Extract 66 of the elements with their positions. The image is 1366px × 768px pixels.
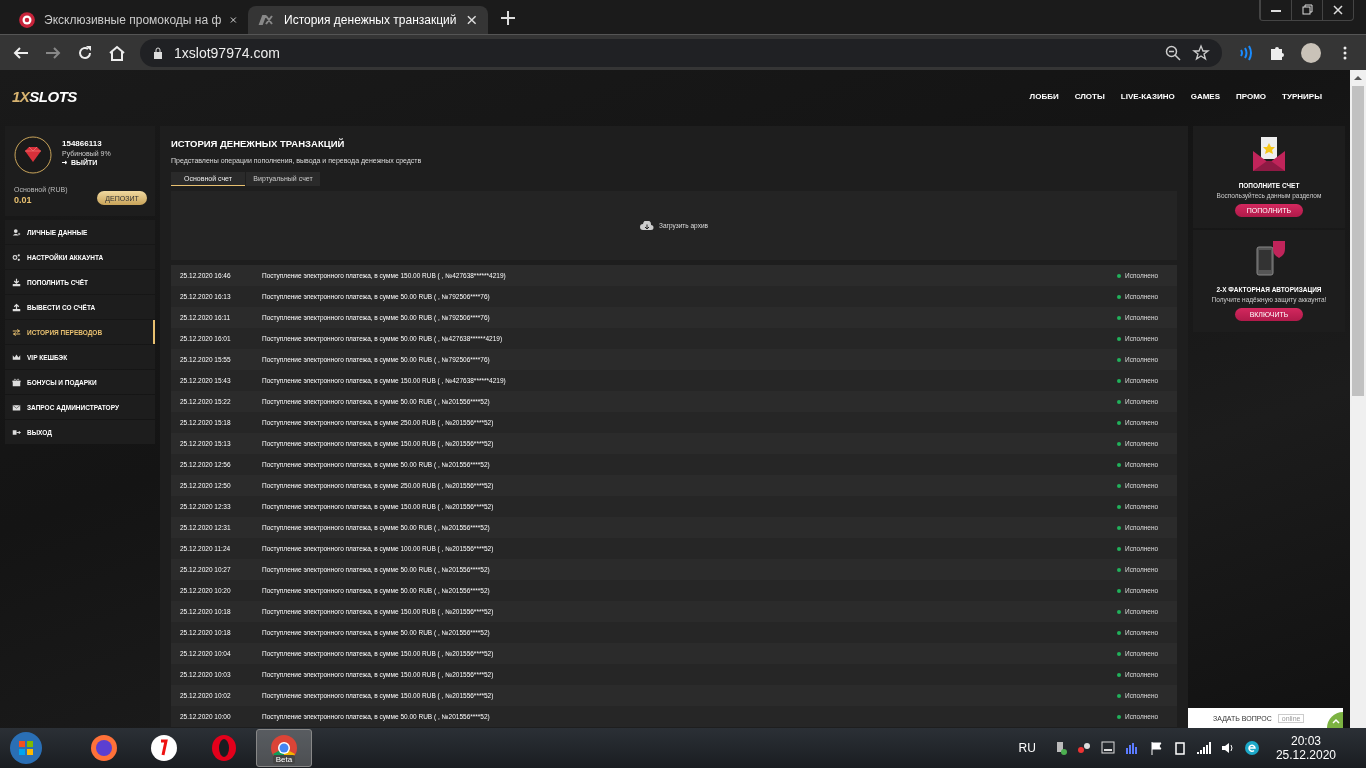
menu-item-icon	[12, 227, 21, 237]
status-dot	[1117, 609, 1121, 614]
status-dot	[1117, 588, 1121, 593]
account-id: 154866113	[62, 139, 103, 148]
reload-icon[interactable]	[76, 43, 94, 62]
status-dot	[1117, 525, 1121, 530]
balance-value: 0.01	[14, 195, 33, 205]
menu-item-icon	[12, 252, 21, 262]
star-icon[interactable]	[1192, 43, 1210, 62]
monitor-icon[interactable]	[1099, 740, 1116, 756]
volume-icon[interactable]	[1219, 740, 1236, 756]
site-logo[interactable]: 1XSLOTS	[12, 87, 77, 105]
language-indicator[interactable]: RU	[1018, 741, 1036, 755]
status-dot	[1117, 714, 1121, 719]
menu-item-icon	[12, 277, 21, 287]
signal-icon[interactable]	[1195, 740, 1212, 756]
lock-icon	[152, 46, 164, 59]
status-dot	[1117, 693, 1121, 698]
status-dot	[1117, 357, 1121, 362]
nav-link[interactable]: ТУРНИРЫ	[1274, 87, 1330, 105]
bars-icon[interactable]	[1123, 740, 1140, 756]
home-icon[interactable]	[108, 43, 126, 62]
cloud-download-icon	[640, 220, 654, 231]
menu-item-icon	[12, 402, 21, 412]
app-icon	[89, 733, 119, 763]
exit-arrow-icon	[62, 160, 68, 165]
nav-link[interactable]: СЛОТЫ	[1066, 87, 1113, 105]
status-dot	[1117, 420, 1121, 425]
status-dot	[1117, 483, 1121, 488]
nav-link[interactable]: LIVE-КАЗИНО	[1112, 87, 1183, 105]
nav-link[interactable]: GAMES	[1182, 87, 1228, 105]
status-dot	[1117, 441, 1121, 446]
status-dot	[1117, 546, 1121, 551]
app-icon	[209, 733, 239, 763]
status-dot	[1117, 378, 1121, 383]
status-dot	[1117, 399, 1121, 404]
clock[interactable]: 20:03 25.12.2020	[1275, 734, 1336, 762]
menu-item-icon	[12, 377, 21, 387]
ruby-icon	[14, 136, 52, 174]
app-badge: Beta	[272, 755, 296, 764]
menu-item-icon	[12, 327, 21, 337]
status-dot	[1117, 294, 1121, 299]
status-dot	[1117, 315, 1121, 320]
nav-link[interactable]: ПРОМО	[1228, 87, 1275, 105]
status-dot	[1117, 672, 1121, 677]
e-letter-icon[interactable]	[1243, 740, 1260, 756]
status-dot	[1117, 504, 1121, 509]
browser-tab[interactable]: История денежных транзакций	[248, 6, 488, 34]
app-icon	[149, 733, 179, 763]
status-dot	[1117, 336, 1121, 341]
nav-link[interactable]: ЛОББИ	[1021, 87, 1067, 105]
menu-item-icon	[12, 427, 21, 437]
status-dot	[1117, 273, 1121, 278]
scrollbar[interactable]	[1350, 70, 1366, 728]
status-dot	[1117, 630, 1121, 635]
menu-item-icon	[12, 302, 21, 312]
status-dot	[1117, 651, 1121, 656]
taskbar-app[interactable]: Beta	[256, 729, 312, 767]
status-dot	[1117, 567, 1121, 572]
status-dot	[1117, 462, 1121, 467]
zoom-out-icon[interactable]	[1164, 43, 1182, 62]
browser-tab[interactable]: Эксклюзивные промокоды на ф	[8, 6, 248, 34]
profile-avatar[interactable]	[1300, 41, 1322, 64]
menu-item-icon	[12, 352, 21, 362]
address-bar[interactable]: 1xslot97974.com	[140, 38, 1222, 67]
page-title: ИСТОРИЯ ДЕНЕЖНЫХ ТРАНЗАКЦИЙ	[171, 138, 346, 149]
